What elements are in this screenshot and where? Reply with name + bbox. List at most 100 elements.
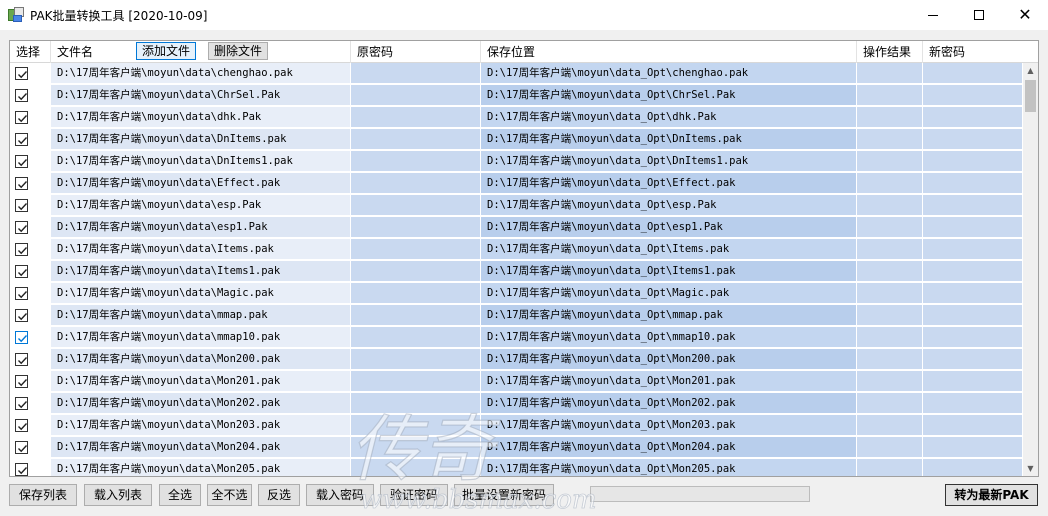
row-filename-cell[interactable]: D:\17周年客户端\moyun\data\Effect.pak xyxy=(51,173,351,194)
row-save-location-cell[interactable]: D:\17周年客户端\moyun\data_Opt\mmap10.pak xyxy=(481,327,857,348)
table-row[interactable]: D:\17周年客户端\moyun\data\Mon203.pak D:\17周年客… xyxy=(10,415,1023,437)
row-select-cell[interactable] xyxy=(10,327,51,348)
row-checkbox[interactable] xyxy=(15,265,28,278)
table-row[interactable]: D:\17周年客户端\moyun\data\Mon201.pak D:\17周年客… xyxy=(10,371,1023,393)
row-result-cell[interactable] xyxy=(857,63,923,84)
table-row[interactable]: D:\17周年客户端\moyun\data\Mon202.pak D:\17周年客… xyxy=(10,393,1023,415)
row-filename-cell[interactable]: D:\17周年客户端\moyun\data\Mon204.pak xyxy=(51,437,351,458)
row-filename-cell[interactable]: D:\17周年客户端\moyun\data\chenghao.pak xyxy=(51,63,351,84)
row-select-cell[interactable] xyxy=(10,305,51,326)
row-save-location-cell[interactable]: D:\17周年客户端\moyun\data_Opt\Mon204.pak xyxy=(481,437,857,458)
row-filename-cell[interactable]: D:\17周年客户端\moyun\data\mmap.pak xyxy=(51,305,351,326)
row-orig-password-cell[interactable] xyxy=(351,107,481,128)
row-filename-cell[interactable]: D:\17周年客户端\moyun\data\Items.pak xyxy=(51,239,351,260)
row-save-location-cell[interactable]: D:\17周年客户端\moyun\data_Opt\Mon202.pak xyxy=(481,393,857,414)
row-orig-password-cell[interactable] xyxy=(351,151,481,172)
row-checkbox[interactable] xyxy=(15,441,28,454)
row-new-password-cell[interactable] xyxy=(923,63,1023,84)
row-save-location-cell[interactable]: D:\17周年客户端\moyun\data_Opt\Mon201.pak xyxy=(481,371,857,392)
row-result-cell[interactable] xyxy=(857,129,923,150)
row-new-password-cell[interactable] xyxy=(923,283,1023,304)
row-orig-password-cell[interactable] xyxy=(351,305,481,326)
row-filename-cell[interactable]: D:\17周年客户端\moyun\data\mmap10.pak xyxy=(51,327,351,348)
row-save-location-cell[interactable]: D:\17周年客户端\moyun\data_Opt\esp.Pak xyxy=(481,195,857,216)
row-new-password-cell[interactable] xyxy=(923,195,1023,216)
row-checkbox[interactable] xyxy=(15,111,28,124)
row-checkbox[interactable] xyxy=(15,375,28,388)
row-save-location-cell[interactable]: D:\17周年客户端\moyun\data_Opt\esp1.Pak xyxy=(481,217,857,238)
header-orig-password[interactable]: 原密码 xyxy=(351,41,481,63)
row-save-location-cell[interactable]: D:\17周年客户端\moyun\data_Opt\DnItems.pak xyxy=(481,129,857,150)
row-result-cell[interactable] xyxy=(857,437,923,458)
row-checkbox[interactable] xyxy=(15,199,28,212)
row-filename-cell[interactable]: D:\17周年客户端\moyun\data\ChrSel.Pak xyxy=(51,85,351,106)
close-button[interactable]: ✕ xyxy=(1002,0,1048,30)
table-row[interactable]: D:\17周年客户端\moyun\data\DnItems1.pak D:\17周… xyxy=(10,151,1023,173)
row-new-password-cell[interactable] xyxy=(923,371,1023,392)
row-new-password-cell[interactable] xyxy=(923,261,1023,282)
row-checkbox[interactable] xyxy=(15,331,28,344)
row-filename-cell[interactable]: D:\17周年客户端\moyun\data\Mon203.pak xyxy=(51,415,351,436)
header-result[interactable]: 操作结果 xyxy=(857,41,923,63)
save-list-button[interactable]: 保存列表 xyxy=(9,484,77,506)
row-filename-cell[interactable]: D:\17周年客户端\moyun\data\DnItems.pak xyxy=(51,129,351,150)
row-checkbox[interactable] xyxy=(15,221,28,234)
maximize-button[interactable] xyxy=(956,0,1002,30)
row-select-cell[interactable] xyxy=(10,195,51,216)
table-row[interactable]: D:\17周年客户端\moyun\data\esp1.Pak D:\17周年客户端… xyxy=(10,217,1023,239)
row-save-location-cell[interactable]: D:\17周年客户端\moyun\data_Opt\chenghao.pak xyxy=(481,63,857,84)
scroll-down-icon[interactable]: ▼ xyxy=(1023,461,1038,476)
row-result-cell[interactable] xyxy=(857,459,923,476)
row-result-cell[interactable] xyxy=(857,261,923,282)
row-save-location-cell[interactable]: D:\17周年客户端\moyun\data_Opt\Effect.pak xyxy=(481,173,857,194)
row-result-cell[interactable] xyxy=(857,85,923,106)
invert-selection-button[interactable]: 反选 xyxy=(258,484,300,506)
row-select-cell[interactable] xyxy=(10,107,51,128)
row-result-cell[interactable] xyxy=(857,195,923,216)
table-row[interactable]: D:\17周年客户端\moyun\data\ChrSel.Pak D:\17周年客… xyxy=(10,85,1023,107)
row-select-cell[interactable] xyxy=(10,283,51,304)
row-checkbox[interactable] xyxy=(15,133,28,146)
table-row[interactable]: D:\17周年客户端\moyun\data\mmap.pak D:\17周年客户端… xyxy=(10,305,1023,327)
row-result-cell[interactable] xyxy=(857,305,923,326)
load-list-button[interactable]: 载入列表 xyxy=(84,484,152,506)
row-new-password-cell[interactable] xyxy=(923,415,1023,436)
row-orig-password-cell[interactable] xyxy=(351,371,481,392)
table-row[interactable]: D:\17周年客户端\moyun\data\Items.pak D:\17周年客户… xyxy=(10,239,1023,261)
row-filename-cell[interactable]: D:\17周年客户端\moyun\data\DnItems1.pak xyxy=(51,151,351,172)
row-select-cell[interactable] xyxy=(10,85,51,106)
table-row[interactable]: D:\17周年客户端\moyun\data\Magic.pak D:\17周年客户… xyxy=(10,283,1023,305)
row-select-cell[interactable] xyxy=(10,459,51,476)
row-orig-password-cell[interactable] xyxy=(351,415,481,436)
row-new-password-cell[interactable] xyxy=(923,85,1023,106)
row-select-cell[interactable] xyxy=(10,437,51,458)
row-select-cell[interactable] xyxy=(10,63,51,84)
row-checkbox[interactable] xyxy=(15,463,28,476)
row-filename-cell[interactable]: D:\17周年客户端\moyun\data\Mon205.pak xyxy=(51,459,351,476)
row-select-cell[interactable] xyxy=(10,217,51,238)
row-save-location-cell[interactable]: D:\17周年客户端\moyun\data_Opt\DnItems1.pak xyxy=(481,151,857,172)
row-result-cell[interactable] xyxy=(857,349,923,370)
row-new-password-cell[interactable] xyxy=(923,393,1023,414)
row-select-cell[interactable] xyxy=(10,173,51,194)
row-result-cell[interactable] xyxy=(857,327,923,348)
table-row[interactable]: D:\17周年客户端\moyun\data\mmap10.pak D:\17周年客… xyxy=(10,327,1023,349)
header-new-password[interactable]: 新密码 xyxy=(923,41,1038,63)
row-new-password-cell[interactable] xyxy=(923,217,1023,238)
select-none-button[interactable]: 全不选 xyxy=(207,484,252,506)
row-filename-cell[interactable]: D:\17周年客户端\moyun\data\Mon200.pak xyxy=(51,349,351,370)
table-row[interactable]: D:\17周年客户端\moyun\data\Effect.pak D:\17周年客… xyxy=(10,173,1023,195)
select-all-button[interactable]: 全选 xyxy=(159,484,201,506)
row-orig-password-cell[interactable] xyxy=(351,393,481,414)
row-select-cell[interactable] xyxy=(10,415,51,436)
row-select-cell[interactable] xyxy=(10,239,51,260)
row-new-password-cell[interactable] xyxy=(923,305,1023,326)
row-orig-password-cell[interactable] xyxy=(351,459,481,476)
row-orig-password-cell[interactable] xyxy=(351,261,481,282)
row-filename-cell[interactable]: D:\17周年客户端\moyun\data\Mon202.pak xyxy=(51,393,351,414)
row-save-location-cell[interactable]: D:\17周年客户端\moyun\data_Opt\Magic.pak xyxy=(481,283,857,304)
row-select-cell[interactable] xyxy=(10,261,51,282)
row-select-cell[interactable] xyxy=(10,129,51,150)
row-new-password-cell[interactable] xyxy=(923,239,1023,260)
row-checkbox[interactable] xyxy=(15,89,28,102)
